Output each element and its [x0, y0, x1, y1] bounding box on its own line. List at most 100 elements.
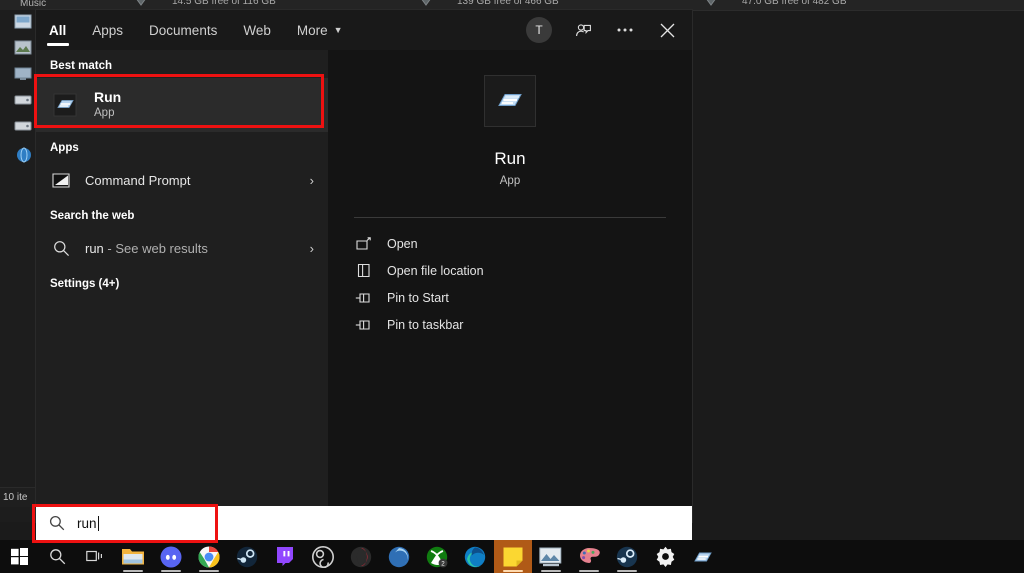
- result-best-match-run[interactable]: Run App: [36, 78, 328, 132]
- drive-arrow-icon: [136, 0, 146, 6]
- edge-icon: [464, 546, 486, 567]
- section-header-search-the-web: Search the web: [50, 210, 135, 222]
- action-pin-to-start-label: Pin to Start: [387, 290, 449, 305]
- action-open[interactable]: Open: [328, 230, 692, 257]
- drive-arrow-icon: [421, 0, 431, 6]
- tab-all[interactable]: All: [36, 10, 79, 50]
- taskbar-steam[interactable]: [228, 540, 266, 573]
- taskbar-photos[interactable]: [532, 540, 570, 573]
- task-view-button[interactable]: [76, 540, 114, 573]
- folder-location-icon: [354, 262, 373, 280]
- taskbar-xbox[interactable]: 2: [418, 540, 456, 573]
- search-filter-tabs: All Apps Documents Web More ▼ T: [36, 10, 692, 50]
- start-button[interactable]: [0, 540, 38, 573]
- discord-icon: [160, 546, 182, 567]
- taskbar-file-explorer[interactable]: [114, 540, 152, 573]
- folder-icon: [122, 549, 144, 565]
- opera-gx-icon: [350, 546, 372, 567]
- best-match-title: Run: [94, 89, 122, 105]
- taskbar-obs-studio[interactable]: [304, 540, 342, 573]
- feedback-person-icon[interactable]: [564, 13, 602, 47]
- open-window-icon: [354, 235, 373, 253]
- picture-file-icon: [14, 14, 32, 29]
- tab-more[interactable]: More ▼: [284, 10, 356, 50]
- avatar[interactable]: T: [526, 17, 552, 43]
- search-icon: [50, 237, 72, 259]
- app-preview-pane: Run App Open Open file location Pin to S…: [328, 50, 692, 522]
- tab-all-label: All: [49, 22, 67, 38]
- preview-hero: Run App: [328, 50, 692, 187]
- obs-icon: [312, 545, 334, 568]
- taskbar-search-button[interactable]: [38, 540, 76, 573]
- paint-icon: [579, 548, 600, 563]
- steam-icon: [236, 546, 258, 567]
- taskbar-edge[interactable]: [456, 540, 494, 573]
- taskbar-steam-2[interactable]: [608, 540, 646, 573]
- drive-arrow-icon: [706, 0, 716, 6]
- search-icon: [49, 515, 65, 531]
- chevron-right-icon[interactable]: ›: [310, 241, 314, 256]
- action-pin-to-taskbar[interactable]: Pin to taskbar: [328, 311, 692, 338]
- drive-icon: [14, 95, 32, 105]
- drive-free-1: 14.5 GB free of 116 GB: [172, 0, 276, 7]
- pin-icon: [354, 289, 373, 307]
- command-prompt-icon: [50, 169, 72, 191]
- tab-apps[interactable]: Apps: [79, 10, 136, 50]
- action-open-file-location[interactable]: Open file location: [328, 257, 692, 284]
- xbox-badge-count: 2: [441, 560, 445, 567]
- taskbar-opera-gx[interactable]: [342, 540, 380, 573]
- search-input[interactable]: run: [36, 506, 692, 540]
- preview-divider: [354, 217, 666, 218]
- taskbar-chrome[interactable]: [190, 540, 228, 573]
- task-view-icon: [85, 550, 102, 561]
- taskbar-settings[interactable]: [646, 540, 684, 573]
- monitor-icon: [14, 67, 32, 80]
- taskbar-media-player[interactable]: [380, 540, 418, 573]
- best-match-subtitle: App: [94, 107, 115, 119]
- section-header-settings: Settings (4+): [50, 278, 120, 290]
- result-web-search[interactable]: run - See web results ›: [36, 228, 328, 268]
- tab-documents[interactable]: Documents: [136, 10, 230, 50]
- steam-icon: [616, 546, 638, 567]
- chevron-right-icon[interactable]: ›: [310, 173, 314, 188]
- drive-icon: [14, 121, 32, 131]
- section-header-best-match: Best match: [50, 60, 112, 72]
- action-pin-to-start[interactable]: Pin to Start: [328, 284, 692, 311]
- action-open-label: Open: [387, 236, 418, 251]
- search-header-actions: T: [526, 10, 686, 50]
- tab-documents-label: Documents: [149, 22, 218, 38]
- tab-more-label: More: [296, 22, 328, 38]
- gear-icon: [656, 546, 674, 567]
- action-open-file-location-label: Open file location: [387, 263, 484, 278]
- tab-web[interactable]: Web: [230, 10, 284, 50]
- drive-free-3: 47.0 GB free of 482 GB: [742, 0, 847, 7]
- drive-free-2: 139 GB free of 466 GB: [457, 0, 559, 7]
- taskbar: 2: [0, 540, 1024, 573]
- preview-title: Run: [494, 149, 526, 168]
- result-command-prompt[interactable]: Command Prompt ›: [36, 160, 328, 200]
- taskbar-run-dialog[interactable]: [684, 540, 722, 573]
- preview-subtitle: App: [499, 175, 521, 187]
- avatar-initial: T: [535, 23, 543, 37]
- web-search-suffix: - See web results: [103, 240, 208, 256]
- picture-file-icon: [14, 40, 32, 55]
- explorer-music-label: Music: [20, 0, 47, 9]
- pin-icon: [354, 316, 373, 334]
- run-app-icon: [50, 90, 80, 120]
- tab-apps-label: Apps: [92, 22, 124, 38]
- taskbar-discord[interactable]: [152, 540, 190, 573]
- taskbar-paint[interactable]: [570, 540, 608, 573]
- run-app-icon: [694, 552, 712, 561]
- taskbar-sticky-notes[interactable]: [494, 540, 532, 573]
- sticky-note-icon: [503, 547, 523, 566]
- windows-logo-icon: [10, 548, 28, 565]
- search-input-value: run: [77, 515, 97, 531]
- start-search-panel: All Apps Documents Web More ▼ T Best mat…: [36, 10, 692, 522]
- search-icon: [49, 549, 65, 565]
- chrome-icon: [198, 545, 220, 568]
- ellipsis-icon[interactable]: [606, 13, 644, 47]
- taskbar-twitch[interactable]: [266, 540, 304, 573]
- chevron-down-icon: ▼: [333, 24, 343, 35]
- section-header-apps: Apps: [50, 142, 79, 154]
- close-icon[interactable]: [648, 13, 686, 47]
